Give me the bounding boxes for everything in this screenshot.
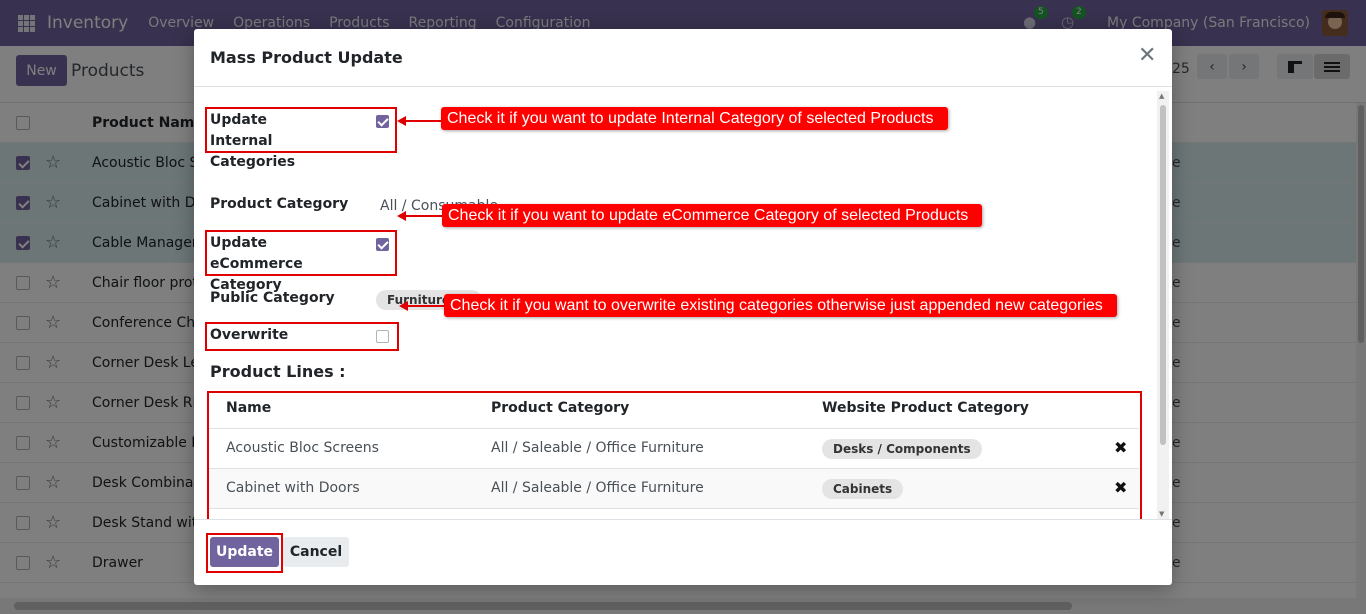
- highlight-product-lines: [207, 391, 1142, 519]
- close-icon[interactable]: ✕: [1138, 44, 1156, 68]
- public-category-label: Public Category: [210, 290, 335, 306]
- annotation-arrow-line: [407, 305, 445, 307]
- scroll-up-icon[interactable]: ▲: [1159, 92, 1164, 100]
- scroll-down-icon[interactable]: ▼: [1159, 510, 1164, 518]
- annotation-internal-category: Check it if you want to update Internal …: [441, 107, 948, 130]
- annotation-ecommerce-category: Check it if you want to update eCommerce…: [442, 204, 983, 227]
- modal-header: Mass Product Update ✕: [194, 29, 1172, 87]
- highlight-overwrite: [205, 322, 399, 351]
- modal-scrollbar[interactable]: ▲ ▼: [1157, 91, 1169, 519]
- modal-footer: Update Cancel: [194, 519, 1172, 585]
- modal-title: Mass Product Update: [210, 48, 403, 67]
- annotation-arrow-line: [405, 120, 442, 122]
- product-lines-title: Product Lines :: [210, 362, 346, 381]
- highlight-update-internal: [205, 107, 397, 153]
- highlight-update-button: [206, 533, 283, 573]
- highlight-update-ecommerce: [205, 230, 397, 276]
- annotation-overwrite: Check it if you want to overwrite existi…: [444, 294, 1117, 317]
- annotation-arrow-line: [405, 215, 443, 217]
- product-category-label: Product Category: [210, 196, 349, 212]
- cancel-button[interactable]: Cancel: [283, 537, 349, 567]
